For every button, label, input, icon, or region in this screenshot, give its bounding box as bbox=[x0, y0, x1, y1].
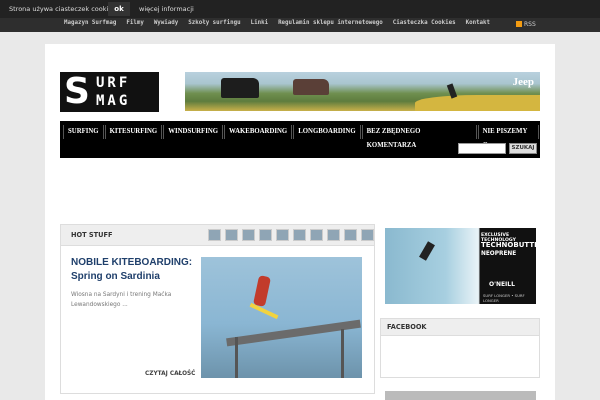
facebook-heading: FACEBOOK bbox=[387, 323, 427, 331]
ad-line-3: NEOPRENE bbox=[481, 251, 517, 257]
topnav-link-linki[interactable]: Linki bbox=[251, 20, 268, 26]
rss-icon bbox=[516, 21, 522, 27]
topnav-link-szkoly[interactable]: Szkoły surfingu bbox=[188, 20, 240, 26]
logo-line-1: URF bbox=[96, 75, 131, 91]
slider-thumb[interactable] bbox=[293, 229, 306, 241]
search-button[interactable]: SZUKAJ bbox=[509, 143, 537, 154]
slider-thumb[interactable] bbox=[310, 229, 323, 241]
top-navigation: Magazyn Surfmag Filmy Wywiady Szkoły sur… bbox=[0, 18, 600, 32]
slider-thumb[interactable] bbox=[276, 229, 289, 241]
slider-thumb[interactable] bbox=[259, 229, 272, 241]
slider-thumb[interactable] bbox=[344, 229, 357, 241]
hot-stuff-header: HOT STUFF bbox=[61, 225, 374, 246]
rss-label: RSS bbox=[524, 21, 536, 28]
facebook-header: FACEBOOK bbox=[381, 319, 539, 336]
slider-thumb[interactable] bbox=[327, 229, 340, 241]
slider-thumb[interactable] bbox=[242, 229, 255, 241]
cookie-ok-button[interactable]: ok bbox=[108, 2, 130, 16]
article-photo[interactable] bbox=[201, 257, 362, 378]
main-navigation: SURFING KITESURFING WINDSURFING WAKEBOAR… bbox=[60, 121, 540, 158]
nav-nie-piszemy[interactable]: NIE PISZEMY O bbox=[477, 125, 539, 149]
article-excerpt: Wiosna na Sardyni i trening Maćka Lewand… bbox=[71, 292, 172, 308]
nav-bez-komentarza[interactable]: BEZ ZBĘDNEGO KOMENTARZA bbox=[361, 125, 477, 149]
logo-initial: S bbox=[64, 71, 90, 112]
nav-windsurfing[interactable]: WINDSURFING bbox=[163, 125, 224, 139]
photo-rail-leg bbox=[341, 329, 344, 378]
slider-thumbnails bbox=[208, 229, 374, 241]
slider-thumb[interactable] bbox=[208, 229, 221, 241]
slider-thumb[interactable] bbox=[225, 229, 238, 241]
facebook-widget: FACEBOOK bbox=[380, 318, 540, 378]
article-title-line-1: NOBILE KITEBOARDING: bbox=[71, 257, 193, 268]
hot-stuff-body: NOBILE KITEBOARDING: Spring on Sardinia … bbox=[61, 246, 374, 393]
nav-surfing[interactable]: SURFING bbox=[63, 125, 104, 139]
banner-car-image bbox=[293, 79, 329, 95]
rss-link[interactable]: RSS bbox=[516, 21, 536, 28]
ad-tagline: SURF LONGER • SURF LONGER bbox=[483, 293, 525, 303]
nav-kitesurfing[interactable]: KITESURFING bbox=[104, 125, 163, 139]
banner-car-image bbox=[221, 78, 259, 98]
cookie-message: Strona używa ciasteczek cookies bbox=[9, 5, 116, 13]
article-title-line-2: Spring on Sardinia bbox=[71, 271, 160, 282]
hot-stuff-widget: HOT STUFF NOBILE KITEBOARDING: Spring on… bbox=[60, 224, 375, 394]
nav-wakeboarding[interactable]: WAKEBOARDING bbox=[224, 125, 293, 139]
topnav-link-regulamin[interactable]: Regulamin sklepu internetowego bbox=[278, 20, 383, 26]
ad-brand: O'NEILL bbox=[489, 281, 515, 288]
cookie-more-link[interactable]: więcej informacji bbox=[139, 5, 194, 13]
jeep-banner-ad[interactable]: Jeep bbox=[185, 72, 540, 111]
article-title[interactable]: NOBILE KITEBOARDING: Spring on Sardinia bbox=[71, 256, 196, 284]
photo-kiter bbox=[253, 275, 271, 307]
hot-stuff-heading: HOT STUFF bbox=[71, 231, 113, 239]
read-more-link[interactable]: CZYTAJ CAŁOŚĆ bbox=[145, 371, 195, 377]
cookie-bar: Strona używa ciasteczek cookies ok więce… bbox=[0, 0, 600, 18]
search-input[interactable] bbox=[458, 143, 506, 154]
slider-thumb[interactable] bbox=[361, 229, 374, 241]
topnav-link-filmy[interactable]: Filmy bbox=[126, 20, 143, 26]
banner-brand: Jeep bbox=[512, 76, 534, 88]
topnav-link-magazyn[interactable]: Magazyn Surfmag bbox=[64, 20, 116, 26]
nav-longboarding[interactable]: LONGBOARDING bbox=[293, 125, 361, 139]
topnav-link-cookies[interactable]: Ciasteczka Cookies bbox=[393, 20, 456, 26]
sidebar-ad-bottom[interactable] bbox=[385, 391, 536, 400]
logo-line-2: MAG bbox=[96, 93, 131, 109]
oneill-ad[interactable]: EXCLUSIVE TECHNOLOGY TECHNOBUTTER NEOPRE… bbox=[385, 228, 536, 304]
banner-ramp-image bbox=[415, 95, 540, 111]
ad-line-2: TECHNOBUTTER bbox=[481, 241, 536, 249]
photo-rail-leg bbox=[235, 337, 238, 378]
topnav-link-wywiady[interactable]: Wywiady bbox=[154, 20, 178, 26]
ad-surfer-image bbox=[419, 241, 435, 261]
site-logo[interactable]: S URF MAG bbox=[60, 72, 159, 112]
topnav-link-kontakt[interactable]: Kontakt bbox=[466, 20, 490, 26]
